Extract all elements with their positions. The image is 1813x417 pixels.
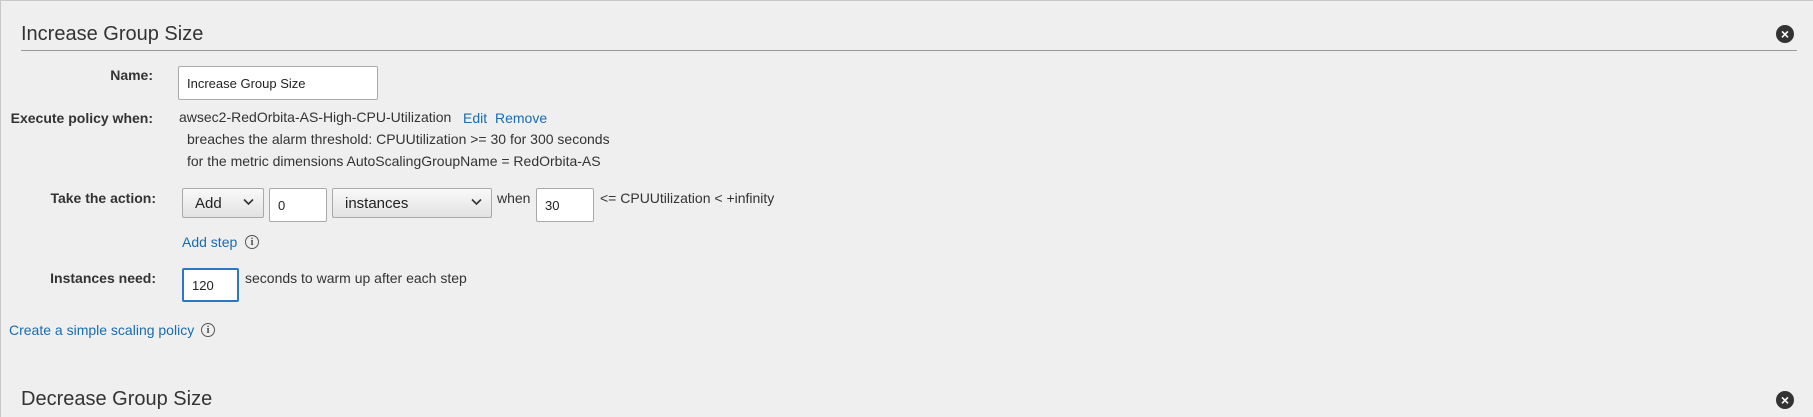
take-action-label: Take the action: (50, 190, 156, 206)
chevron-down-icon (243, 198, 254, 206)
policy-name-input[interactable] (178, 66, 378, 100)
create-simple-policy-link[interactable]: Create a simple scaling policy (9, 322, 194, 338)
warmup-text: seconds to warm up after each step (245, 270, 467, 286)
info-icon[interactable]: i (201, 323, 215, 337)
remove-alarm-link[interactable]: Remove (495, 110, 547, 126)
close-icon[interactable]: × (1776, 25, 1794, 43)
dimensions-text: for the metric dimensions AutoScalingGro… (187, 153, 601, 169)
close-icon[interactable]: × (1776, 391, 1794, 409)
left-border (0, 0, 1, 417)
warmup-seconds-input[interactable] (182, 268, 239, 302)
when-text: when (497, 190, 531, 206)
action-unit-value: instances (345, 194, 409, 212)
add-step-link[interactable]: Add step (182, 234, 237, 250)
section-divider (21, 50, 1797, 51)
increase-section-title: Increase Group Size (21, 23, 204, 45)
chevron-down-icon (471, 198, 482, 206)
action-type-select[interactable]: Add (182, 188, 264, 218)
execute-policy-label: Execute policy when: (10, 110, 153, 126)
info-icon[interactable]: i (245, 235, 259, 249)
edit-alarm-link[interactable]: Edit (463, 110, 487, 126)
alarm-name: awsec2-RedOrbita-AS-High-CPU-Utilization (179, 109, 452, 125)
action-count-input[interactable] (269, 188, 327, 222)
decrease-section-title: Decrease Group Size (21, 388, 213, 410)
top-border (0, 0, 1813, 1)
action-unit-select[interactable]: instances (332, 188, 492, 218)
name-label: Name: (110, 67, 153, 83)
action-type-value: Add (195, 194, 222, 212)
threshold-text: breaches the alarm threshold: CPUUtiliza… (187, 131, 610, 147)
lower-bound-input[interactable] (536, 188, 594, 222)
instances-need-label: Instances need: (50, 270, 156, 286)
metric-range-text: <= CPUUtilization < +infinity (600, 190, 775, 206)
